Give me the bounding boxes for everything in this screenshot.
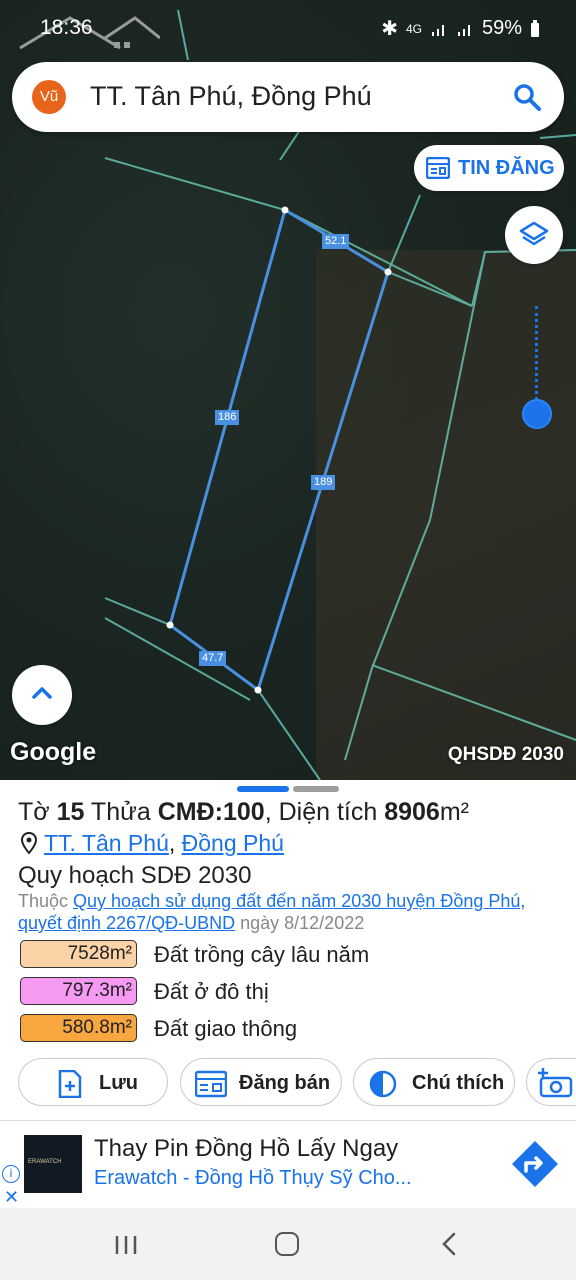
parcel-title: Tờ 15 Thửa CMĐ:100, Diện tích 8906m² <box>18 798 469 826</box>
plot-boundary <box>168 207 390 693</box>
post-sale-button[interactable]: Đăng bán <box>180 1058 342 1106</box>
map-view[interactable]: 52.1 186 189 47.7 18:36 ✱ 4G 59% Vũ TT. … <box>0 0 576 780</box>
cadastral-line <box>344 251 486 761</box>
land-use-label: Đất trồng cây lâu năm <box>154 942 370 967</box>
system-nav-bar <box>0 1208 576 1280</box>
plan-title: Quy hoạch SDĐ 2030 <box>18 862 252 889</box>
ad-close-icon[interactable]: ✕ <box>4 1187 19 1208</box>
layers-icon <box>519 221 549 246</box>
edge-length-label: 189 <box>311 475 336 490</box>
cadastral-line <box>279 129 301 161</box>
ad-info-icon[interactable]: i <box>2 1165 20 1183</box>
listing-icon <box>426 157 450 179</box>
location-district-link[interactable]: Đồng Phú <box>182 830 284 856</box>
ad-brand-logo: ERAWATCH <box>24 1135 82 1193</box>
cadastral-line <box>387 194 421 273</box>
opacity-slider-track[interactable] <box>535 306 539 406</box>
panel-handle[interactable] <box>293 786 339 792</box>
signal-icon <box>457 24 470 36</box>
status-icons: ✱ 4G 59% <box>381 16 540 41</box>
back-icon[interactable] <box>440 1232 458 1256</box>
recent-apps-icon[interactable] <box>114 1234 138 1256</box>
add-photo-icon <box>538 1068 573 1098</box>
parcel-location: TT. Tân Phú, Đồng Phú <box>20 830 284 857</box>
bluetooth-icon: ✱ <box>381 18 398 40</box>
signal-icon <box>431 24 444 36</box>
expand-up-button[interactable] <box>12 665 72 725</box>
location-town-link[interactable]: TT. Tân Phú <box>44 830 169 856</box>
land-use-area: 7528m² <box>20 940 137 968</box>
edge-length-label: 52.1 <box>322 234 350 249</box>
google-logo: Google <box>10 738 97 766</box>
home-icon[interactable] <box>275 1232 299 1256</box>
land-use-area: 797.3m² <box>20 977 137 1005</box>
cadastral-line <box>104 597 321 780</box>
plan-source: Thuộc Quy hoạch sử dụng đất đến năm 2030… <box>18 891 526 933</box>
status-bar: 18:36 ✱ 4G 59% <box>0 0 576 56</box>
battery-text: 59% <box>481 17 522 39</box>
directions-icon[interactable] <box>510 1139 560 1189</box>
4g-icon: 4G <box>405 21 422 36</box>
layers-button[interactable] <box>505 206 563 264</box>
plot-vertex <box>254 686 262 694</box>
cadastral-line <box>387 271 473 307</box>
file-add-icon <box>58 1070 82 1098</box>
search-bar[interactable]: Vũ TT. Tân Phú, Đồng Phú <box>12 62 564 132</box>
edge-length-label: 186 <box>215 410 240 425</box>
chevron-up-icon <box>32 687 52 699</box>
land-use-label: Đất ở đô thị <box>154 979 269 1004</box>
plot-vertex <box>281 206 289 214</box>
plan-layer-label: QHSDĐ 2030 <box>447 744 564 765</box>
tin-dang-button[interactable]: TIN ĐĂNG <box>414 145 564 191</box>
status-time: 18:36 <box>40 16 93 39</box>
search-icon[interactable] <box>512 82 542 112</box>
land-use-label: Đất giao thông <box>154 1016 298 1041</box>
plot-vertex <box>166 621 174 629</box>
panel-handle-active[interactable] <box>237 786 289 792</box>
cadastral-line <box>539 134 576 139</box>
ad-title[interactable]: Thay Pin Đồng Hồ Lấy Ngay <box>94 1135 398 1163</box>
location-pin-icon <box>20 832 38 854</box>
add-photo-button[interactable] <box>526 1058 576 1106</box>
opacity-slider-handle[interactable] <box>522 399 552 429</box>
land-use-area: 580.8m² <box>20 1014 137 1042</box>
ad-banner[interactable]: i ✕ ERAWATCH Thay Pin Đồng Hồ Lấy Ngay E… <box>0 1120 576 1208</box>
post-sale-label: Đăng bán <box>239 1072 331 1094</box>
save-button[interactable]: Lưu <box>18 1058 168 1106</box>
contrast-icon <box>369 1070 397 1098</box>
tin-dang-label: TIN ĐĂNG <box>458 157 555 179</box>
ad-subtitle[interactable]: Erawatch - Đồng Hồ Thụy Sỹ Cho... <box>94 1167 412 1190</box>
search-location-title[interactable]: TT. Tân Phú, Đồng Phú <box>90 81 372 112</box>
cadastral-line <box>371 664 576 741</box>
save-label: Lưu <box>99 1072 138 1094</box>
edge-length-label: 47.7 <box>199 651 227 666</box>
parcel-info-panel: Tờ 15 Thửa CMĐ:100, Diện tích 8906m² TT.… <box>0 780 576 1120</box>
plot-vertex <box>384 268 392 276</box>
legend-label: Chú thích <box>412 1072 505 1094</box>
legend-button[interactable]: Chú thích <box>353 1058 515 1106</box>
avatar[interactable]: Vũ <box>32 80 66 114</box>
listing-icon <box>195 1070 227 1098</box>
battery-icon <box>531 19 539 37</box>
